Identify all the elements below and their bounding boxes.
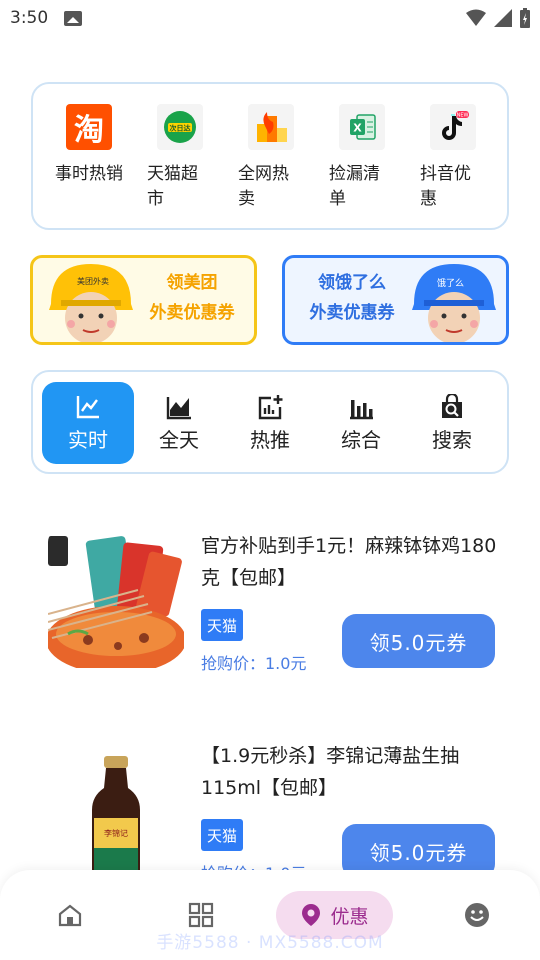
category-hot-sale[interactable]: 全网热卖 (238, 104, 326, 212)
category-label: 抖音优惠 (420, 164, 471, 209)
meituan-logo-text: 美团外卖 (77, 277, 109, 286)
tmall-tag: 天猫 (201, 609, 243, 641)
svg-text:NEW: NEW (457, 113, 469, 119)
nav-deals-label: 优惠 (330, 905, 369, 928)
tmall-tag: 天猫 (201, 819, 243, 851)
excel-list-icon: X (339, 104, 385, 150)
status-indicators (466, 8, 530, 28)
product-image[interactable] (48, 530, 184, 668)
category-label: 全网热卖 (238, 164, 289, 209)
douyin-icon: NEW (430, 104, 476, 150)
meituan-banner-text: 领美团 外卖优惠券 (136, 268, 248, 328)
category-label: 事时热销 (55, 164, 123, 184)
tab-hot-push[interactable]: 热推 (224, 382, 316, 464)
tab-label: 搜索 (432, 427, 472, 452)
svg-text:次日达: 次日达 (170, 124, 191, 133)
eleme-logo-text: 饿了么 (436, 279, 464, 289)
home-icon (58, 904, 82, 927)
meituan-banner-line2: 外卖优惠券 (149, 303, 235, 323)
status-time: 3:50 (10, 8, 49, 28)
tab-label: 实时 (68, 427, 108, 452)
realtime-chart-icon (76, 395, 99, 418)
eleme-coupon-banner[interactable]: 领饿了么 外卖优惠券 饿了么 (282, 255, 509, 345)
eleme-mascot-icon (412, 264, 496, 342)
image-notification-icon (64, 10, 83, 26)
spicy-skewers-image (48, 530, 184, 668)
status-bar: 3:50 (0, 0, 540, 36)
product-card[interactable]: 官方补贴到手1元！麻辣钵钵鸡180克【包邮】 天猫 抢购价：1.0元 领5.0元… (48, 530, 508, 690)
battery-icon (520, 8, 530, 28)
meituan-banner-line1: 领美团 (166, 273, 218, 293)
svg-text:李锦记: 李锦记 (104, 828, 128, 838)
product-price: 抢购价：1.0元 (201, 654, 307, 673)
category-label: 天猫超市 (147, 164, 198, 209)
hot-push-icon (258, 394, 283, 419)
signal-icon (494, 9, 512, 27)
get-coupon-button[interactable]: 领5.0元券 (342, 614, 495, 668)
tab-all-day[interactable]: 全天 (133, 382, 225, 464)
tab-label: 热推 (250, 427, 290, 452)
eleme-banner-line1: 领饿了么 (318, 273, 386, 293)
product-title[interactable]: 官方补贴到手1元！麻辣钵钵鸡180克【包邮】 (201, 530, 501, 594)
category-douyin[interactable]: NEW 抖音优惠 (420, 104, 508, 212)
hot-sale-icon (248, 104, 294, 150)
tab-realtime[interactable]: 实时 (42, 382, 134, 464)
tab-label: 全天 (159, 427, 199, 452)
wifi-icon (466, 9, 486, 26)
taobao-icon: 淘 (66, 104, 112, 150)
ranking-tabs: 实时 全天 热推 综合 搜索 (31, 370, 509, 474)
svg-text:X: X (353, 122, 362, 135)
category-bargain-list[interactable]: X 捡漏清单 (329, 104, 417, 212)
category-label: 捡漏清单 (329, 164, 380, 209)
deals-location-icon (302, 904, 321, 926)
eleme-banner-text: 领饿了么 外卖优惠券 (299, 268, 405, 328)
category-tmall-supermarket[interactable]: 次日达 天猫超市 (147, 104, 235, 212)
area-chart-icon (166, 396, 191, 419)
category-taobao[interactable]: 淘 事时热销 (55, 104, 153, 187)
eleme-banner-line2: 外卖优惠券 (309, 303, 395, 323)
grid-icon (188, 902, 214, 928)
meituan-coupon-banner[interactable]: 美团外卖 领美团 外卖优惠券 (30, 255, 257, 345)
watermark: 手游5588 · MX5588.COM (156, 933, 384, 953)
soy-sauce-bottle-image: 李锦记 (48, 740, 184, 878)
tab-label: 综合 (341, 427, 381, 452)
product-image[interactable]: 李锦记 (48, 740, 184, 878)
category-card: 淘 事时热销 次日达 天猫超市 全网热卖 X 捡漏清单 NEW 抖音优惠 (31, 82, 509, 230)
tmall-supermarket-icon: 次日达 (157, 104, 203, 150)
search-bag-icon (442, 393, 462, 418)
smiley-icon (465, 903, 489, 927)
tab-search[interactable]: 搜索 (406, 382, 498, 464)
tab-overall[interactable]: 综合 (315, 382, 407, 464)
bar-chart-icon (350, 399, 373, 419)
meituan-mascot-icon (49, 264, 133, 342)
product-title[interactable]: 【1.9元秒杀】李锦记薄盐生抽115ml【包邮】 (201, 740, 501, 804)
